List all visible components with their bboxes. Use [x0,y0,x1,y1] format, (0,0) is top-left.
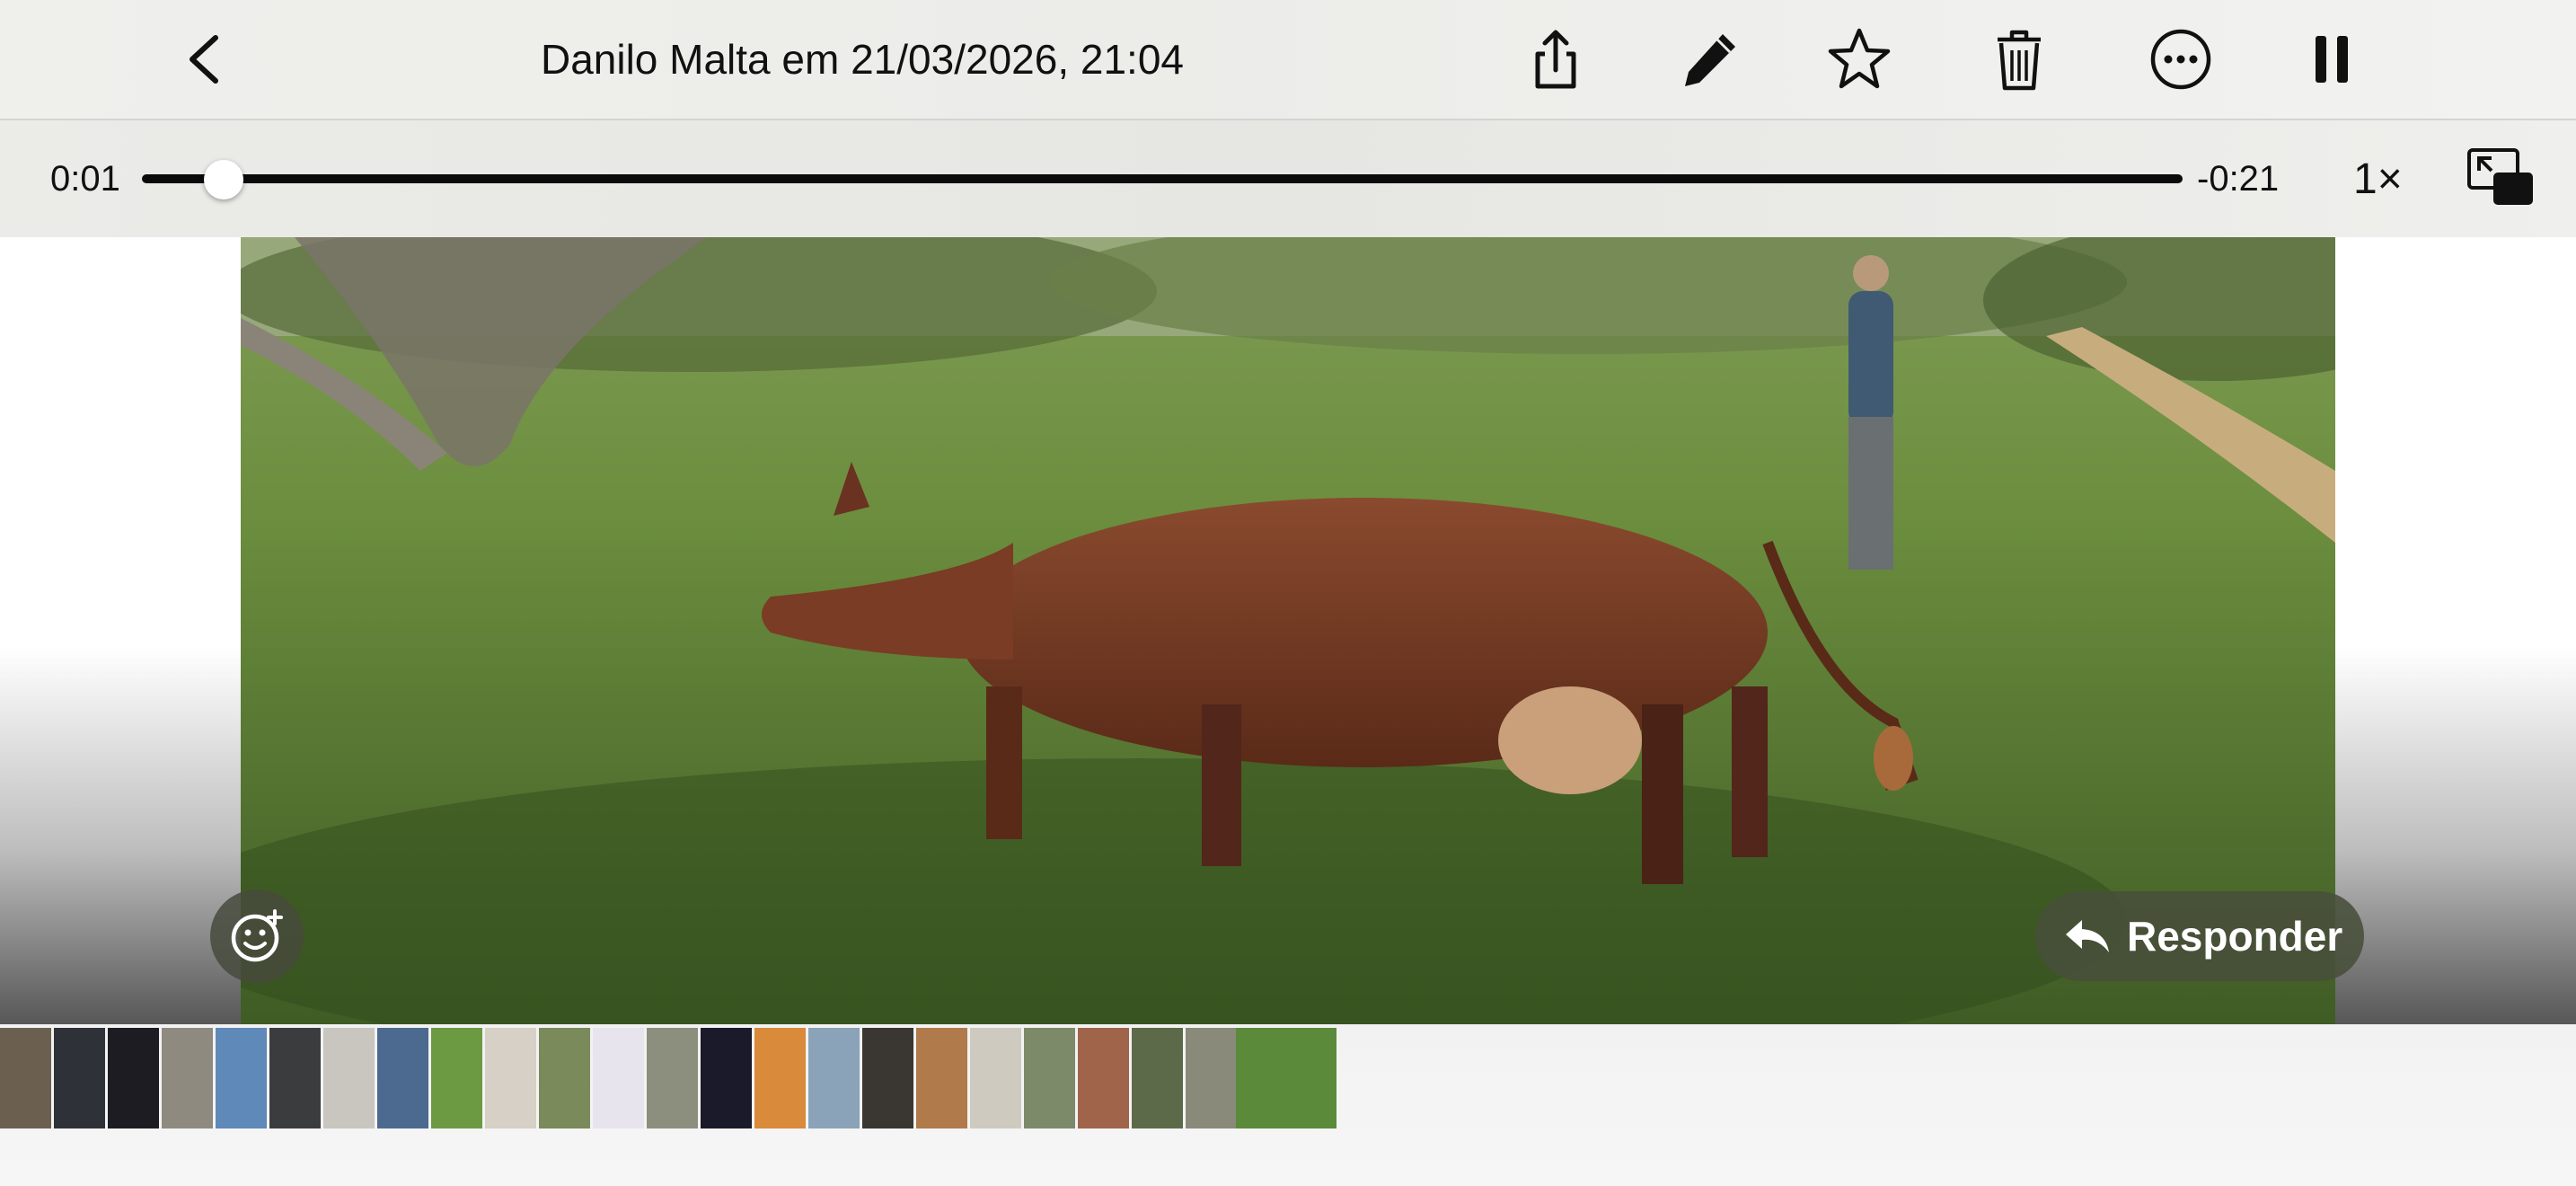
share-button[interactable] [1518,22,1593,97]
pause-icon [2316,36,2348,83]
top-toolbar: Danilo Malta em 21/03/2026, 21:04 [0,0,2576,120]
thumbnail-current[interactable] [1236,1028,1337,1128]
reply-arrow-icon [2066,920,2109,952]
thumbnail[interactable] [1024,1028,1075,1128]
thumbnail[interactable] [862,1028,913,1128]
thumbnail[interactable] [485,1028,536,1128]
elapsed-time: 0:01 [50,159,120,199]
trash-icon [1998,30,2041,91]
thumbnail[interactable] [647,1028,698,1128]
reply-button[interactable]: Responder [2035,891,2364,981]
thumbnail[interactable] [269,1028,321,1128]
share-icon [1535,30,1576,89]
thumbnail[interactable] [1186,1028,1237,1128]
video-frame[interactable] [241,237,2335,1024]
thumbnail[interactable] [431,1028,482,1128]
thumbnail[interactable] [593,1028,644,1128]
thumbnail[interactable] [970,1028,1021,1128]
media-title: Danilo Malta em 21/03/2026, 21:04 [540,36,1185,83]
picture-in-picture-button[interactable] [2466,147,2535,207]
remaining-time: -0:21 [2197,159,2280,199]
thumbnail[interactable] [162,1028,213,1128]
edit-pencil-icon [1685,34,1735,86]
thumbnail[interactable] [701,1028,752,1128]
thumbnail[interactable] [54,1028,105,1128]
picture-in-picture-icon [2467,148,2533,205]
video-stage: Responder [0,237,2576,1024]
thumbnail[interactable] [377,1028,428,1128]
favorite-star-icon [1828,28,1891,89]
thumbnail[interactable] [916,1028,967,1128]
favorite-button[interactable] [1822,22,1897,97]
more-ellipsis-icon [2150,29,2211,90]
add-reaction-icon [231,909,283,962]
thumbnail[interactable] [1132,1028,1183,1128]
thumbnail[interactable] [754,1028,806,1128]
thumbnail[interactable] [323,1028,375,1128]
pause-button[interactable] [2294,22,2369,97]
thumbnail[interactable] [216,1028,267,1128]
thumbnail[interactable] [539,1028,590,1128]
chevron-left-icon [190,35,218,84]
thumbnail[interactable] [108,1028,159,1128]
scrubber-handle[interactable] [203,160,243,199]
thumbnail[interactable] [808,1028,860,1128]
thumbnail[interactable] [0,1028,51,1128]
thumbnail[interactable] [1078,1028,1129,1128]
video-frame-image [241,237,2335,1024]
back-button[interactable] [180,31,234,88]
reply-label: Responder [2127,913,2343,960]
thumbnail-strip [0,1024,2576,1186]
playback-speed-button[interactable]: 1× [2353,153,2403,207]
playback-controls: 0:01 -0:21 1× [0,120,2576,237]
add-reaction-button[interactable] [210,890,304,983]
more-button[interactable] [2143,22,2219,97]
delete-button[interactable] [1981,22,2057,97]
progress-track[interactable] [142,174,2183,183]
edit-button[interactable] [1672,22,1748,97]
